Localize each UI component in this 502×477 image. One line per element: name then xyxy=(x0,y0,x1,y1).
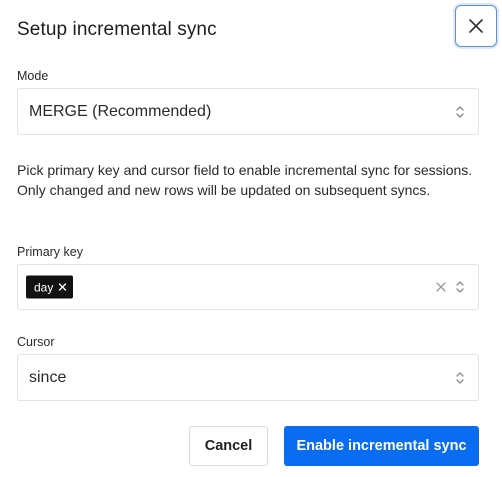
close-icon xyxy=(469,19,483,33)
cursor-select-value: since xyxy=(29,368,67,386)
enable-incremental-sync-button[interactable]: Enable incremental sync xyxy=(284,426,479,466)
primary-key-multiselect[interactable]: day xyxy=(17,264,479,310)
mode-label: Mode xyxy=(17,69,49,83)
cursor-select[interactable]: since xyxy=(17,354,479,401)
updown-icon xyxy=(456,281,464,293)
primary-key-label: Primary key xyxy=(17,245,83,259)
mode-select[interactable]: MERGE (Recommended) xyxy=(17,88,479,135)
incremental-sync-dialog: Setup incremental sync Mode MERGE (Recom… xyxy=(0,0,502,477)
close-button[interactable] xyxy=(455,5,497,47)
clear-icon[interactable] xyxy=(435,281,447,293)
cancel-button[interactable]: Cancel xyxy=(189,426,268,466)
updown-icon xyxy=(456,105,464,118)
cursor-label: Cursor xyxy=(17,335,55,349)
dialog-title: Setup incremental sync xyxy=(17,19,217,40)
sync-description: Pick primary key and cursor field to ena… xyxy=(17,162,473,198)
mode-select-value: MERGE (Recommended) xyxy=(29,102,212,120)
updown-icon xyxy=(456,371,464,384)
primary-key-chip: day xyxy=(26,275,74,299)
chip-label: day xyxy=(34,280,54,294)
chip-remove-icon[interactable] xyxy=(58,283,67,292)
